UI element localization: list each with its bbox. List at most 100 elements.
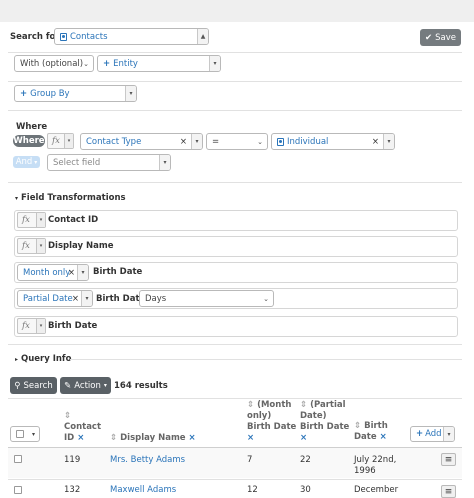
query-info-label: Query Info — [20, 354, 72, 364]
pencil-icon: ✎ — [64, 380, 72, 391]
clear-icon[interactable]: × — [180, 137, 187, 147]
top-band — [0, 0, 474, 22]
search-icon: ⚲ — [14, 380, 21, 391]
cell-partial-birth-date: 22 — [300, 455, 311, 465]
column-header-contact-id[interactable]: ⇕ Contact ID × — [64, 411, 101, 444]
where-pill: Where — [13, 135, 45, 147]
group-by-label: Group By — [30, 88, 70, 99]
caret-right-icon: ▸ — [15, 356, 19, 363]
remove-column-icon[interactable]: × — [189, 433, 196, 443]
chevron-down-icon: ▾ — [36, 319, 45, 333]
transformation-field-label: Contact ID — [48, 215, 99, 225]
transformation-option-select[interactable]: Days ⌄ — [139, 290, 274, 307]
select-all-dropdown[interactable]: ▾ — [10, 426, 40, 442]
row-menu-button[interactable]: ≡ — [441, 485, 456, 498]
column-header-month-birth-date[interactable]: ⇕ (Month only) Birth Date × — [247, 400, 296, 444]
transformation-field-label: Birth Date — [48, 321, 98, 331]
cell-birth-date: July 22nd, 1996 — [354, 455, 396, 477]
transformation-field-label: Birth Date — [93, 267, 143, 277]
cell-display-name-link[interactable]: Mrs. Betty Adams — [110, 455, 185, 466]
transformation-function-select[interactable]: Partial Date × ▾ — [17, 290, 93, 307]
sort-icon: ⇕ — [354, 421, 362, 431]
field-transformations-toggle[interactable]: ▾ Field Transformations — [15, 193, 126, 203]
where-section-label: Where — [16, 122, 48, 132]
save-label: Save — [435, 32, 456, 43]
remove-column-icon[interactable]: × — [247, 433, 296, 444]
entity-select[interactable]: Contacts ▲ — [54, 28, 209, 45]
divider — [8, 81, 462, 82]
chevron-down-icon: ▾ — [81, 291, 92, 306]
transformation-function-value: Partial Date — [23, 293, 73, 304]
column-header-line: (Month — [257, 400, 292, 410]
where-operator-select[interactable]: = ⌄ — [206, 133, 268, 150]
column-header-partial-birth-date[interactable]: ⇕ (Partial Date) Birth Date × — [300, 400, 349, 444]
clear-icon[interactable]: × — [68, 268, 75, 278]
and-pill[interactable]: And ▾ — [13, 156, 40, 168]
divider — [8, 344, 462, 345]
save-button[interactable]: ✔ Save — [420, 29, 461, 46]
chevron-down-icon: ⌄ — [257, 137, 263, 146]
divider — [70, 359, 462, 360]
select-all-checkbox[interactable] — [16, 430, 24, 438]
action-button[interactable]: ✎ Action ▾ — [60, 377, 111, 394]
add-column-button[interactable]: + Add ▾ — [410, 426, 455, 442]
chevron-down-icon: ▾ — [159, 155, 170, 170]
join-with-value: With (optional) — [20, 58, 84, 69]
chevron-down-icon: ⌄ — [263, 294, 269, 303]
row-checkbox[interactable] — [14, 486, 22, 494]
clear-icon[interactable]: × — [372, 137, 379, 147]
cell-contact-id: 119 — [64, 455, 81, 465]
query-info-toggle[interactable]: ▸ Query Info — [15, 354, 71, 364]
column-header-display-name[interactable]: ⇕ Display Name × — [110, 433, 196, 444]
fx-icon: fx — [22, 215, 30, 225]
plus-icon: + — [103, 58, 111, 69]
where-value-select[interactable]: Individual × ▾ — [271, 133, 395, 150]
chevron-down-icon: ▾ — [209, 56, 220, 71]
field-transformations-label: Field Transformations — [20, 193, 126, 203]
action-button-label: Action — [74, 380, 101, 391]
transformation-function-select[interactable]: Month only × ▾ — [17, 264, 89, 281]
caret-down-icon: ▾ — [15, 195, 19, 202]
column-header-line: Display Name — [120, 433, 186, 443]
results-count: 164 results — [114, 381, 168, 391]
chevron-down-icon: ▾ — [125, 86, 136, 101]
column-header-line: (Partial — [310, 400, 346, 410]
fx-icon: fx — [52, 136, 60, 146]
search-button[interactable]: ⚲ Search — [10, 377, 57, 394]
join-entity-select[interactable]: + Entity ▾ — [97, 55, 221, 72]
remove-column-icon[interactable]: × — [380, 432, 387, 442]
column-header-line: Birth Date — [247, 422, 297, 432]
transformation-fx-button[interactable]: fx ▾ — [17, 238, 46, 254]
contact-card-icon — [277, 137, 284, 146]
cell-birth-date-line: July 22nd, — [354, 455, 397, 465]
remove-column-icon[interactable]: × — [77, 433, 84, 443]
plus-icon: + — [416, 429, 424, 439]
caret-down-icon: ▾ — [31, 430, 35, 438]
chevron-down-icon: ▾ — [36, 239, 45, 253]
sort-icon: ⇕ — [110, 433, 118, 443]
check-icon: ✔ — [425, 32, 433, 43]
chevron-down-icon: ▾ — [34, 158, 38, 166]
transformation-fx-button[interactable]: fx ▾ — [17, 318, 46, 334]
column-header-line: only) — [247, 411, 272, 421]
join-with-select[interactable]: With (optional) ⌄ — [14, 55, 94, 72]
transformation-fx-button[interactable]: fx ▾ — [17, 212, 46, 228]
clear-icon[interactable]: × — [72, 294, 79, 304]
transformation-field-label: Display Name — [48, 241, 114, 251]
row-checkbox[interactable] — [14, 455, 22, 463]
caret-down-icon: ▾ — [103, 382, 107, 389]
where-field-select[interactable]: Contact Type × ▾ — [80, 133, 203, 150]
where-operator-value: = — [212, 136, 220, 147]
transformation-field-label: Birth Date — [96, 294, 146, 304]
remove-column-icon[interactable]: × — [300, 433, 349, 444]
divider — [8, 182, 462, 183]
entity-select-value: Contacts — [70, 31, 108, 42]
chevron-down-icon: ⌄ — [83, 59, 89, 68]
select-field-select[interactable]: Select field ▾ — [47, 154, 171, 171]
column-header-line: Date — [354, 432, 377, 442]
column-header-birth-date[interactable]: ⇕ Birth Date × — [354, 421, 388, 443]
where-fx-button[interactable]: fx ▾ — [47, 133, 74, 149]
row-menu-button[interactable]: ≡ — [441, 453, 456, 466]
group-by-select[interactable]: + Group By ▾ — [14, 85, 137, 102]
where-value-value: Individual — [287, 136, 329, 147]
